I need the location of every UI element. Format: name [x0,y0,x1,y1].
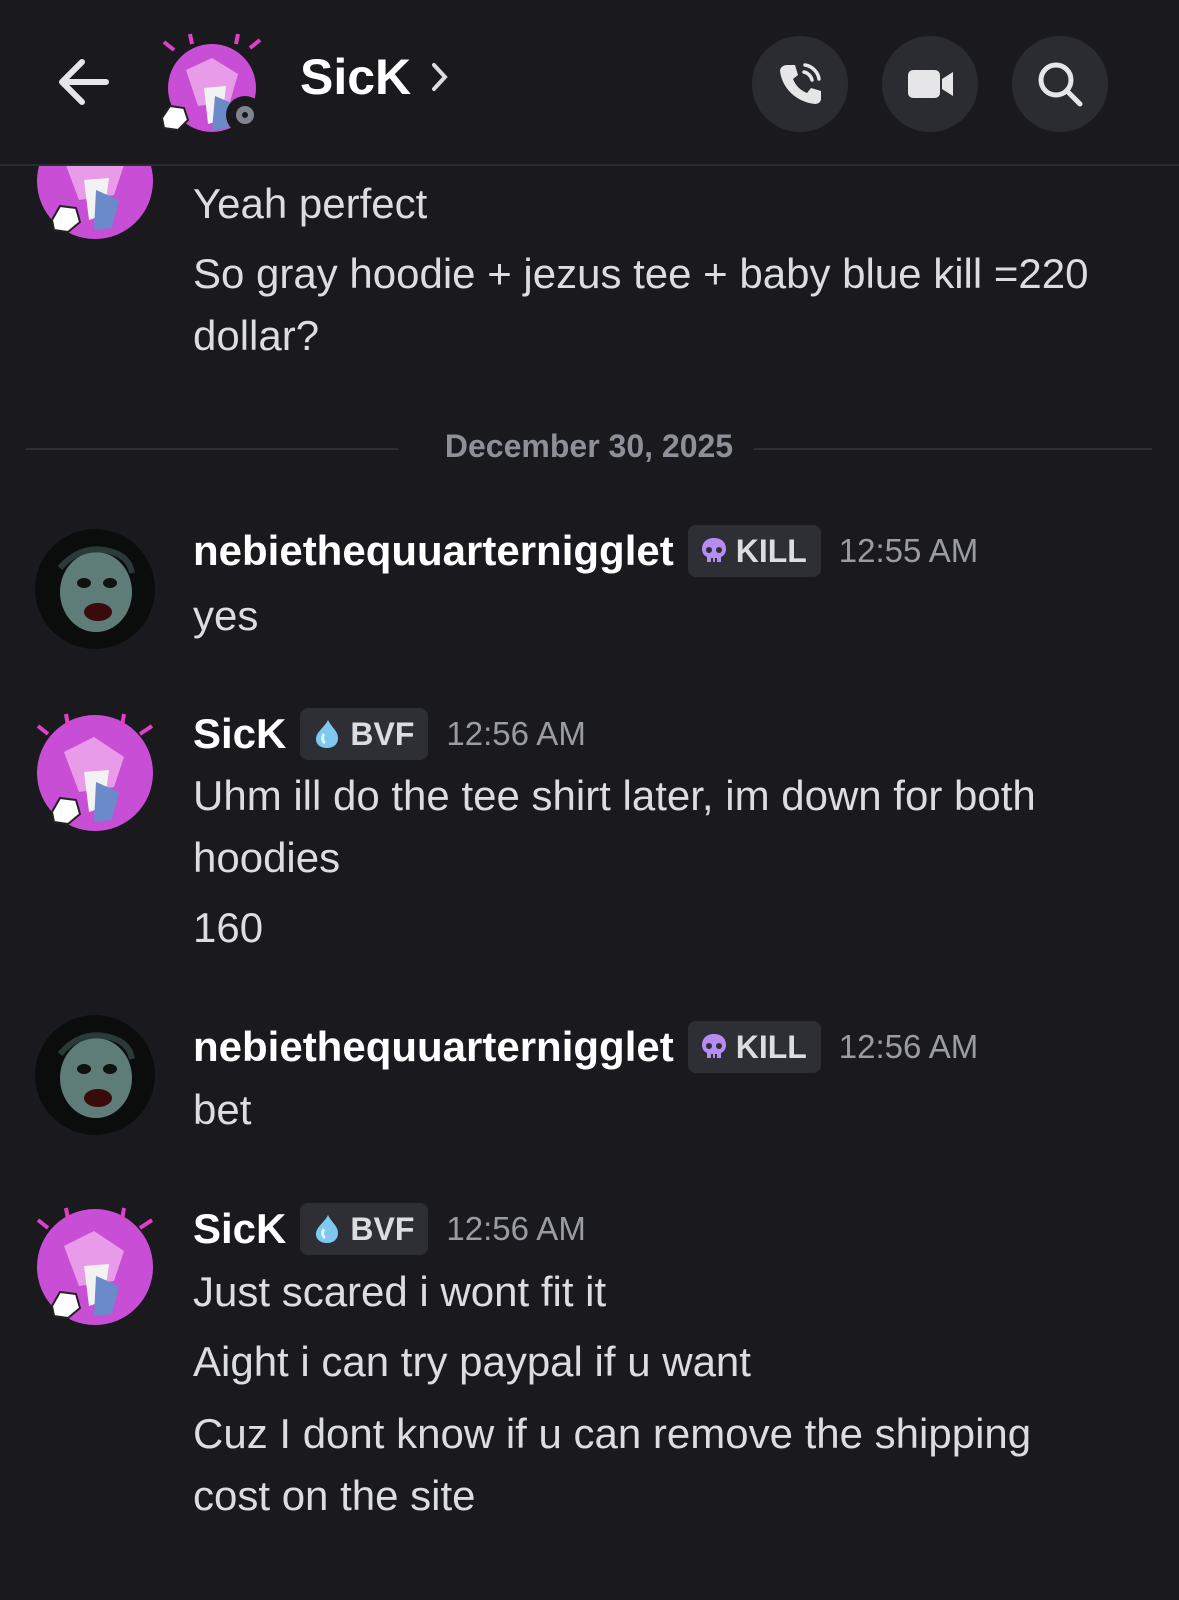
chat-header: SicK [0,0,1179,166]
author-name[interactable]: nebiethequuarternigglet [193,1023,674,1071]
message-line: Yeah perfect [193,180,428,227]
server-tag-label: BVF [350,715,415,752]
author-name[interactable]: nebiethequuarternigglet [193,527,674,575]
server-tag[interactable]: BVF [300,708,429,760]
timestamp: 12:56 AM [838,1028,979,1065]
message-line: yes [193,592,259,639]
header-title[interactable]: SicK [300,48,451,106]
server-tag-label: BVF [350,1210,415,1247]
timestamp: 12:55 AM [838,532,979,569]
server-tag-label: KILL [735,1028,807,1065]
message-header: nebiethequuarternigglet KILL 12:55 AM [193,522,978,580]
message-line: bet [193,1086,252,1133]
message-header: nebiethequuarternigglet KILL 12:56 AM [193,1018,978,1076]
search-button[interactable] [1012,36,1108,132]
avatar-sick[interactable] [34,712,156,834]
server-tag[interactable]: KILL [687,525,821,577]
message-line: hoodies [193,834,341,881]
avatar-sick[interactable] [34,1206,156,1328]
message-line: Uhm ill do the tee shirt later, im down … [193,772,1036,819]
video-camera-icon [908,70,953,98]
date-divider: December 30, 2025 [26,428,1152,468]
server-tag[interactable]: BVF [300,1203,429,1255]
server-tag-label: KILL [735,532,807,569]
search-icon [1038,62,1083,107]
avatar-nebie[interactable] [34,528,156,650]
message-header: SicK BVF 12:56 AM [193,705,586,763]
date-divider-label: December 30, 2025 [444,428,734,464]
water-drop-icon [316,1215,339,1243]
back-arrow-icon [59,59,109,105]
phone-call-icon [780,63,821,104]
message-line: Cuz I dont know if u can remove the ship… [193,1410,1032,1457]
message-line: So gray hoodie + jezus tee + baby blue k… [193,250,1089,297]
voice-call-button[interactable] [752,36,848,132]
chevron-right-icon [432,63,448,91]
message-line: dollar? [193,312,320,359]
back-button[interactable] [52,50,116,114]
status-indicator [226,96,264,134]
author-name[interactable]: SicK [193,1205,286,1253]
message-line: 160 [193,904,264,951]
message-line: Just scared i wont fit it [193,1268,607,1315]
server-tag[interactable]: KILL [687,1021,821,1073]
message-header: SicK BVF 12:56 AM [193,1200,586,1258]
chat-content: Yeah perfect So gray hoodie + jezus tee … [0,0,1179,1600]
timestamp: 12:56 AM [446,1210,586,1247]
timestamp: 12:56 AM [446,715,586,752]
skull-icon [701,538,726,562]
message-line: Aight i can try paypal if u want [193,1338,751,1385]
water-drop-icon [316,720,339,748]
message-line: cost on the site [193,1472,476,1519]
skull-icon [701,1034,726,1058]
video-call-button[interactable] [882,36,978,132]
avatar-nebie[interactable] [34,1014,156,1136]
channel-name: SicK [300,49,412,105]
author-name[interactable]: SicK [193,710,286,758]
